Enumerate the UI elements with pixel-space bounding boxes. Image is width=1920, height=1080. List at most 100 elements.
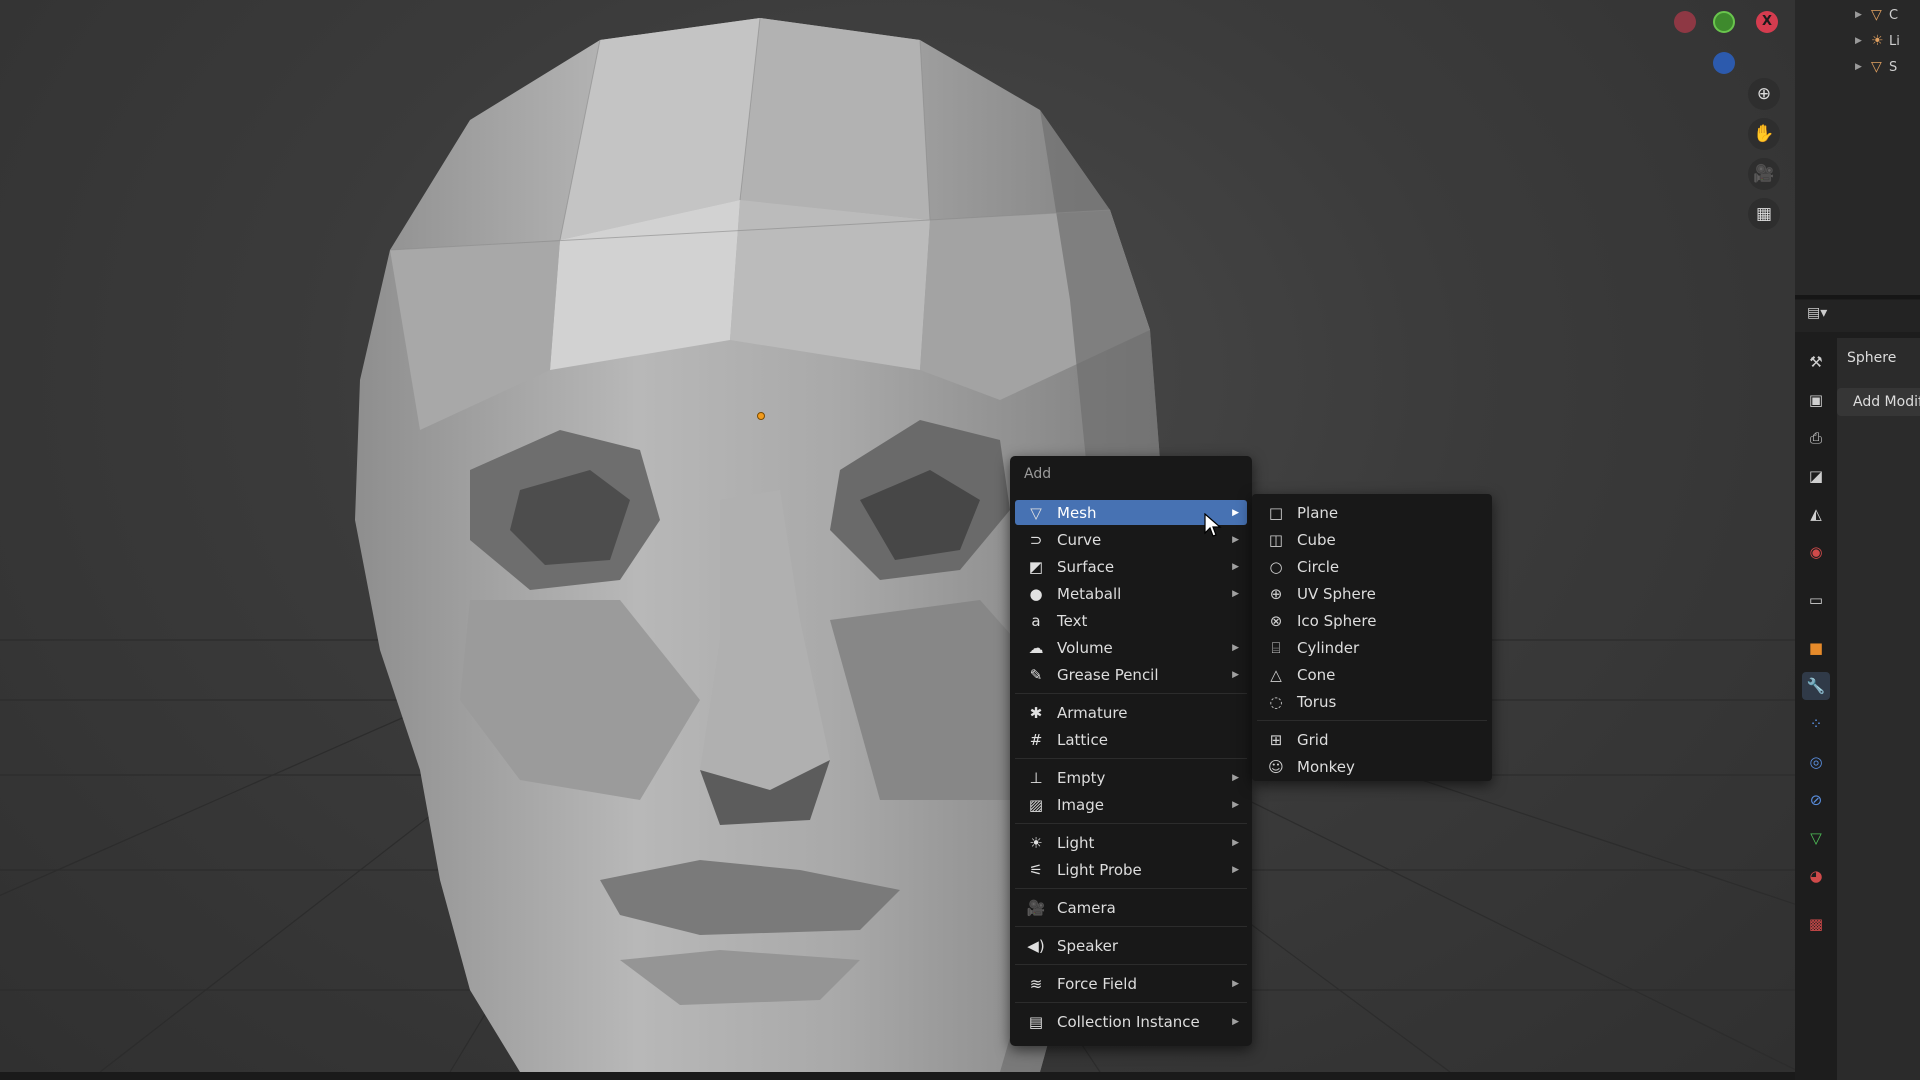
gizmo-z-axis[interactable] <box>1713 52 1735 74</box>
constraints-tab[interactable]: ⊘ <box>1802 786 1830 814</box>
image-icon: ▨ <box>1028 795 1044 814</box>
navigation-gizmo[interactable]: X <box>1660 0 1780 80</box>
submenu-arrow-icon: ▶ <box>1232 978 1239 989</box>
add-modifier-button[interactable]: Add Modifier <box>1837 388 1920 416</box>
menu-item-text[interactable]: a Text <box>1015 608 1247 633</box>
viewport-bottom-edge <box>0 1072 1795 1080</box>
camera-view-icon[interactable]: 🎥 <box>1748 158 1780 190</box>
material-tab[interactable]: ◕ <box>1802 862 1830 890</box>
world-tab[interactable]: ◉ <box>1802 538 1830 566</box>
metaball-icon: ● <box>1029 584 1043 603</box>
menu-item-empty[interactable]: ⊥ Empty ▶ <box>1015 765 1247 790</box>
right-side-panels: ▶ ▽ C ▶ ☀ Li ▶ ▽ S ▤▾ ⚒ ▣ ⎙ ◪ ◭ ◉ ▭ ■ 🔧 … <box>1795 0 1920 1080</box>
submenu-arrow-icon: ▶ <box>1232 837 1239 848</box>
light-icon: ☀ <box>1029 833 1043 852</box>
head-mesh-model <box>355 17 1160 1072</box>
editor-type-icon[interactable]: ▤▾ <box>1807 305 1843 327</box>
submenu-item-cube[interactable]: ◫ Cube <box>1257 527 1487 552</box>
menu-item-label: Curve <box>1057 530 1102 549</box>
menu-item-surface[interactable]: ◩ Surface ▶ <box>1015 554 1247 579</box>
properties-body: Sphere Add Modifier <box>1837 338 1920 1080</box>
menu-separator <box>1015 1002 1247 1003</box>
menu-item-collection-instance[interactable]: ▤ Collection Instance ▶ <box>1015 1009 1247 1034</box>
gizmo-y-axis[interactable] <box>1713 11 1735 33</box>
collection-tab[interactable]: ▭ <box>1802 586 1830 614</box>
submenu-arrow-icon: ▶ <box>1232 534 1239 545</box>
outliner-row[interactable]: ▶ ▽ C <box>1855 4 1898 26</box>
hand-pan-icon[interactable]: ✋ <box>1748 118 1780 150</box>
menu-item-speaker[interactable]: ◀) Speaker <box>1015 933 1247 958</box>
outliner-row[interactable]: ▶ ▽ S <box>1855 56 1897 78</box>
mesh-object-icon: ▽ <box>1871 7 1882 23</box>
menu-item-force-field[interactable]: ≋ Force Field ▶ <box>1015 971 1247 996</box>
perspective-grid-icon[interactable]: ▦ <box>1748 198 1780 230</box>
text-icon: a <box>1031 611 1041 630</box>
particles-tab[interactable]: ⁘ <box>1802 710 1830 738</box>
surface-icon: ◩ <box>1028 557 1044 576</box>
physics-tab[interactable]: ◎ <box>1802 748 1830 776</box>
submenu-item-cylinder[interactable]: ⌸ Cylinder <box>1257 635 1487 660</box>
mesh-submenu[interactable]: □ Plane ◫ Cube ○ Circle ⊕ UV Sphere ⊗ Ic… <box>1252 494 1492 781</box>
submenu-item-label: Monkey <box>1297 757 1355 776</box>
curve-icon: ⊃ <box>1029 530 1043 549</box>
speaker-icon: ◀) <box>1027 936 1045 955</box>
submenu-arrow-icon: ▶ <box>1232 642 1239 653</box>
view-layer-tab[interactable]: ◪ <box>1802 462 1830 490</box>
monkey-icon: ☺ <box>1268 757 1284 776</box>
submenu-item-monkey[interactable]: ☺ Monkey <box>1257 754 1487 779</box>
submenu-item-torus[interactable]: ◌ Torus <box>1257 689 1487 714</box>
tool-tab[interactable]: ⚒ <box>1802 348 1830 376</box>
submenu-item-circle[interactable]: ○ Circle <box>1257 554 1487 579</box>
outliner[interactable]: ▶ ▽ C ▶ ☀ Li ▶ ▽ S <box>1795 0 1920 299</box>
render-tab[interactable]: ▣ <box>1802 386 1830 414</box>
menu-item-light[interactable]: ☀ Light ▶ <box>1015 830 1247 855</box>
menu-item-label: Image <box>1057 795 1104 814</box>
menu-item-volume[interactable]: ☁ Volume ▶ <box>1015 635 1247 660</box>
menu-item-light-probe[interactable]: ⚟ Light Probe ▶ <box>1015 857 1247 882</box>
menu-item-grease-pencil[interactable]: ✎ Grease Pencil ▶ <box>1015 662 1247 687</box>
submenu-arrow-icon: ▶ <box>1232 772 1239 783</box>
submenu-item-grid[interactable]: ⊞ Grid <box>1257 727 1487 752</box>
submenu-item-label: Torus <box>1297 692 1337 711</box>
expand-arrow-icon[interactable]: ▶ <box>1855 62 1871 72</box>
lattice-icon: # <box>1029 730 1043 749</box>
output-tab[interactable]: ⎙ <box>1802 424 1830 452</box>
menu-item-image[interactable]: ▨ Image ▶ <box>1015 792 1247 817</box>
gizmo-neg-x-axis[interactable] <box>1674 11 1696 33</box>
3d-viewport[interactable]: X ⊕ ✋ 🎥 ▦ <box>0 0 1795 1072</box>
add-menu[interactable]: Add ▽ Mesh ▶ ⊃ Curve ▶ ◩ Surface ▶ ● Met… <box>1010 456 1252 1046</box>
submenu-item-ico-sphere[interactable]: ⊗ Ico Sphere <box>1257 608 1487 633</box>
scene-tab[interactable]: ◭ <box>1802 500 1830 528</box>
ico-sphere-icon: ⊗ <box>1269 611 1283 630</box>
menu-item-label: Mesh <box>1057 503 1097 522</box>
object-tab[interactable]: ■ <box>1802 634 1830 662</box>
submenu-arrow-icon: ▶ <box>1232 864 1239 875</box>
submenu-item-cone[interactable]: △ Cone <box>1257 662 1487 687</box>
properties-tab-bar: ⚒ ▣ ⎙ ◪ ◭ ◉ ▭ ■ 🔧 ⁘ ◎ ⊘ ▽ ◕ ▩ <box>1795 338 1837 1080</box>
texture-tab[interactable]: ▩ <box>1802 910 1830 938</box>
menu-item-label: Speaker <box>1057 936 1119 955</box>
submenu-item-label: Grid <box>1297 730 1329 749</box>
menu-item-armature[interactable]: ✱ Armature <box>1015 700 1247 725</box>
outliner-row[interactable]: ▶ ☀ Li <box>1855 30 1900 52</box>
menu-separator <box>1015 693 1247 694</box>
menu-item-camera[interactable]: 🎥 Camera <box>1015 895 1247 920</box>
cube-icon: ◫ <box>1268 530 1284 549</box>
modifier-tab[interactable]: 🔧 <box>1802 672 1830 700</box>
data-tab[interactable]: ▽ <box>1802 824 1830 852</box>
menu-item-metaball[interactable]: ● Metaball ▶ <box>1015 581 1247 606</box>
zoom-icon[interactable]: ⊕ <box>1748 78 1780 110</box>
submenu-item-uv-sphere[interactable]: ⊕ UV Sphere <box>1257 581 1487 606</box>
menu-item-lattice[interactable]: # Lattice <box>1015 727 1247 752</box>
outliner-row-label: C <box>1889 7 1899 23</box>
expand-arrow-icon[interactable]: ▶ <box>1855 10 1871 20</box>
grid-icon: ⊞ <box>1269 730 1283 749</box>
gizmo-x-axis[interactable]: X <box>1756 11 1778 33</box>
submenu-item-plane[interactable]: □ Plane <box>1257 500 1487 525</box>
menu-item-label: Armature <box>1057 703 1128 722</box>
expand-arrow-icon[interactable]: ▶ <box>1855 36 1871 46</box>
properties-header: ▤▾ <box>1795 300 1920 332</box>
menu-separator <box>1015 964 1247 965</box>
cylinder-icon: ⌸ <box>1271 638 1281 657</box>
force-field-icon: ≋ <box>1029 974 1043 993</box>
